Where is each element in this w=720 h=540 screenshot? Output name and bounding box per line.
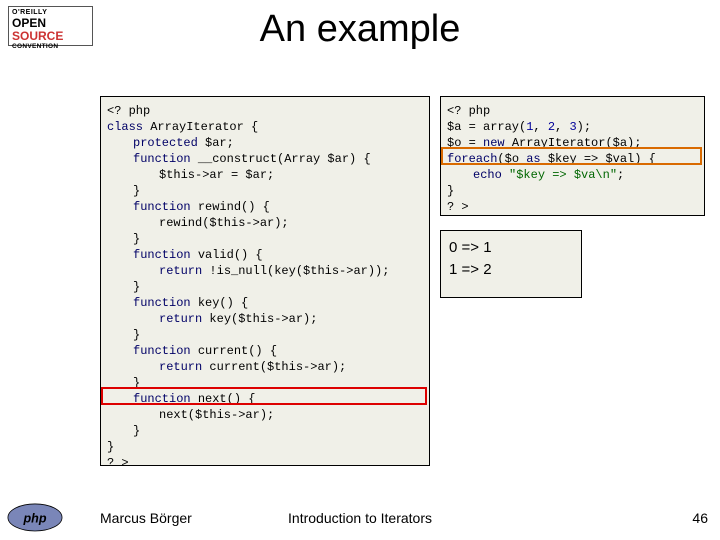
output-box: 0 => 1 1 => 2 xyxy=(440,230,582,298)
output-line-2: 1 => 2 xyxy=(449,259,573,281)
output-line-1: 0 => 1 xyxy=(449,237,573,259)
footer-title: Introduction to Iterators xyxy=(0,510,720,526)
code-block-right: <? php $a = array(1, 2, 3); $o = new Arr… xyxy=(440,96,705,216)
code-block-left: <? php class ArrayIterator { protected $… xyxy=(100,96,430,466)
slide-title: An example xyxy=(0,8,720,51)
page-number: 46 xyxy=(692,510,708,526)
